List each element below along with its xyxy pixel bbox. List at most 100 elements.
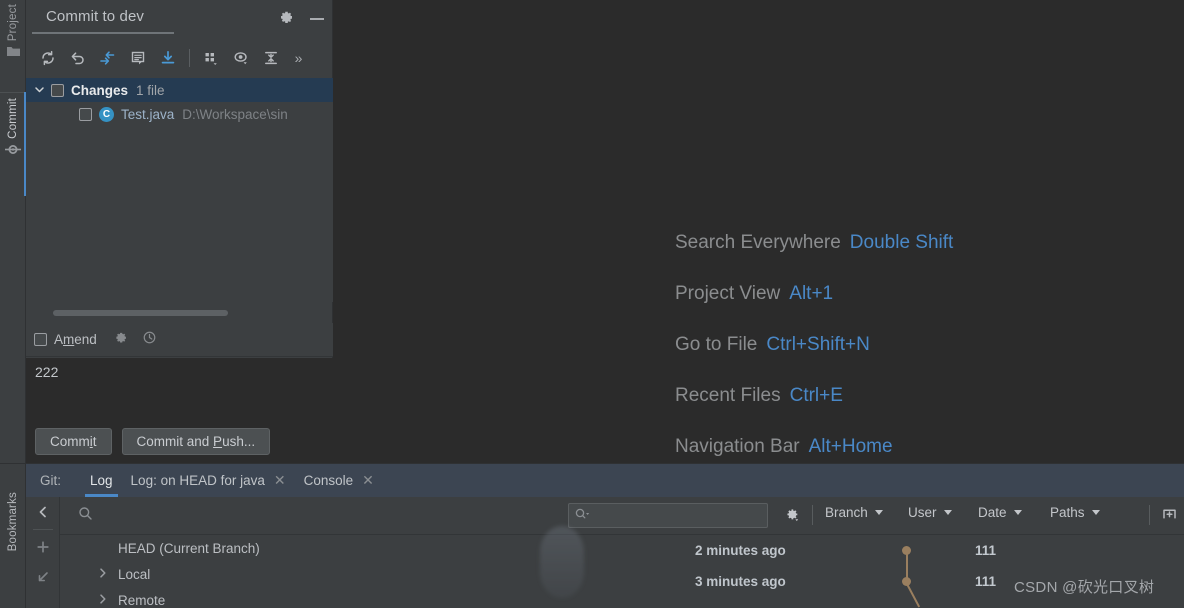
commit-subject: 111 [975, 574, 997, 589]
tab-log[interactable]: Log [81, 464, 122, 497]
hint-shortcut: Alt+1 [789, 283, 834, 304]
gear-icon[interactable] [783, 506, 801, 529]
branch-item-head[interactable]: HEAD (Current Branch) [60, 535, 535, 561]
refresh-changes-button[interactable] [34, 44, 62, 72]
branch-item-local[interactable]: Local [60, 561, 535, 587]
collapse-icon[interactable] [257, 44, 285, 72]
plus-icon[interactable] [26, 532, 60, 562]
shortcut-hints: Search Everywhere Double Shift Project Vi… [675, 232, 953, 464]
filter-branch-dropdown[interactable]: Branch [825, 505, 883, 520]
diff-arrows-icon[interactable] [94, 44, 122, 72]
commit-date: 2 minutes ago [695, 543, 786, 558]
sidebar-item-bookmarks[interactable]: Bookmarks [0, 492, 26, 551]
git-body: Branch User Date Paths HEAD (Current Bra… [26, 497, 1184, 608]
changes-label: Changes [71, 82, 129, 98]
clock-icon[interactable] [142, 330, 157, 350]
chevron-right-icon[interactable] [98, 567, 108, 582]
horizontal-scrollbar[interactable] [53, 310, 228, 316]
branch-search-input[interactable] [78, 506, 101, 526]
log-filter-input[interactable] [568, 503, 768, 528]
group-by-icon[interactable] [197, 44, 225, 72]
hint-action: Search Everywhere [675, 232, 841, 253]
java-class-icon: C [99, 106, 114, 122]
sidebar-item-bookmarks-label: Bookmarks [7, 492, 19, 552]
arrow-down-left-icon[interactable] [26, 562, 60, 592]
changes-checkbox[interactable] [51, 83, 64, 97]
eye-icon[interactable] [227, 44, 255, 72]
git-left-rail [26, 497, 60, 608]
minimize-icon[interactable] [310, 18, 324, 20]
close-icon[interactable]: ✕ [362, 472, 374, 489]
commit-and-push-button[interactable]: Commit and Push... [121, 427, 271, 455]
commit-node-icon [5, 143, 21, 159]
commit-header: Commit to dev [26, 0, 332, 38]
filter-user-label: User [908, 505, 937, 520]
chevron-down-icon [874, 510, 883, 515]
filter-date-dropdown[interactable]: Date [978, 505, 1022, 520]
message-icon[interactable] [124, 44, 152, 72]
folder-icon [6, 45, 21, 61]
filter-branch-label: Branch [825, 505, 868, 520]
sidebar-item-project[interactable]: Project [0, 4, 26, 61]
tab-console[interactable]: Console ✕ [295, 464, 383, 497]
filter-paths-dropdown[interactable]: Paths [1050, 505, 1100, 520]
branch-tree: HEAD (Current Branch) Local Remote [60, 535, 535, 608]
ide-window: Project Commit Commit to dev » Changes 1… [0, 0, 1184, 608]
tab-log-label: Log [90, 473, 113, 488]
commit-date: 3 minutes ago [695, 574, 786, 589]
branch-item-remote[interactable]: Remote [60, 587, 535, 608]
commit-button[interactable]: Commit [35, 427, 112, 455]
hint-row: Go to File Ctrl+Shift+N [675, 334, 953, 385]
tree-node-file[interactable]: C Test.java D:\Workspace\sin [26, 102, 333, 126]
search-icon [78, 506, 93, 526]
commit-toolbar: » [26, 38, 332, 78]
toolbar-divider [1149, 505, 1150, 525]
tab-console-label: Console [303, 473, 354, 488]
search-dropdown-icon [575, 507, 590, 525]
hint-action: Project View [675, 283, 781, 304]
title-underline [32, 32, 174, 34]
page-title: Commit to dev [46, 8, 144, 25]
table-row[interactable]: 3 minutes ago 111 [535, 566, 1184, 597]
filter-date-label: Date [978, 505, 1007, 520]
rail-divider [32, 529, 53, 530]
download-icon[interactable] [154, 44, 182, 72]
hint-row: Project View Alt+1 [675, 283, 953, 334]
rollback-button[interactable] [64, 44, 92, 72]
toolbar-divider [189, 49, 190, 67]
strip-divider [0, 92, 26, 93]
toolbar-divider [812, 505, 813, 525]
git-tool-label: Git: [40, 473, 62, 488]
filter-paths-label: Paths [1050, 505, 1085, 520]
left-tool-strip-bottom: Bookmarks [0, 464, 26, 608]
tree-node-changes[interactable]: Changes 1 file [26, 78, 333, 102]
gear-icon[interactable] [278, 9, 294, 30]
changes-tree: Changes 1 file C Test.java D:\Workspace\… [26, 78, 333, 302]
hint-action: Navigation Bar [675, 436, 800, 457]
collapse-panel-button[interactable] [26, 497, 60, 527]
filter-user-dropdown[interactable]: User [908, 505, 952, 520]
commit-node-dot [902, 577, 911, 586]
commit-message-input[interactable]: 222 [26, 358, 333, 418]
tab-log-head-label: Log: on HEAD for java [130, 473, 265, 488]
hint-shortcut: Alt+Home [808, 436, 893, 457]
changes-count: 1 file [136, 82, 165, 98]
editor-empty-area: Search Everywhere Double Shift Project Vi… [333, 0, 1184, 464]
chevron-down-icon [1013, 510, 1022, 515]
sidebar-item-project-label: Project [7, 4, 19, 42]
file-checkbox[interactable] [79, 107, 92, 121]
sidebar-item-commit[interactable]: Commit [0, 98, 26, 159]
new-tab-icon[interactable] [1160, 505, 1179, 529]
commit-actions: Commit Commit and Push... [26, 418, 333, 464]
chevron-down-icon[interactable] [34, 83, 45, 98]
chevron-down-icon [1091, 510, 1100, 515]
chevrons-right-icon[interactable]: » [287, 50, 309, 66]
git-search-row: Branch User Date Paths [60, 497, 1184, 535]
table-row[interactable]: 2 minutes ago 111 [535, 535, 1184, 566]
amend-checkbox[interactable] [34, 333, 47, 346]
hint-shortcut: Ctrl+E [789, 385, 843, 406]
tab-log-head-for-java[interactable]: Log: on HEAD for java ✕ [122, 464, 295, 497]
chevron-right-icon[interactable] [98, 593, 108, 608]
gear-icon[interactable] [113, 330, 128, 350]
close-icon[interactable]: ✕ [274, 472, 286, 489]
